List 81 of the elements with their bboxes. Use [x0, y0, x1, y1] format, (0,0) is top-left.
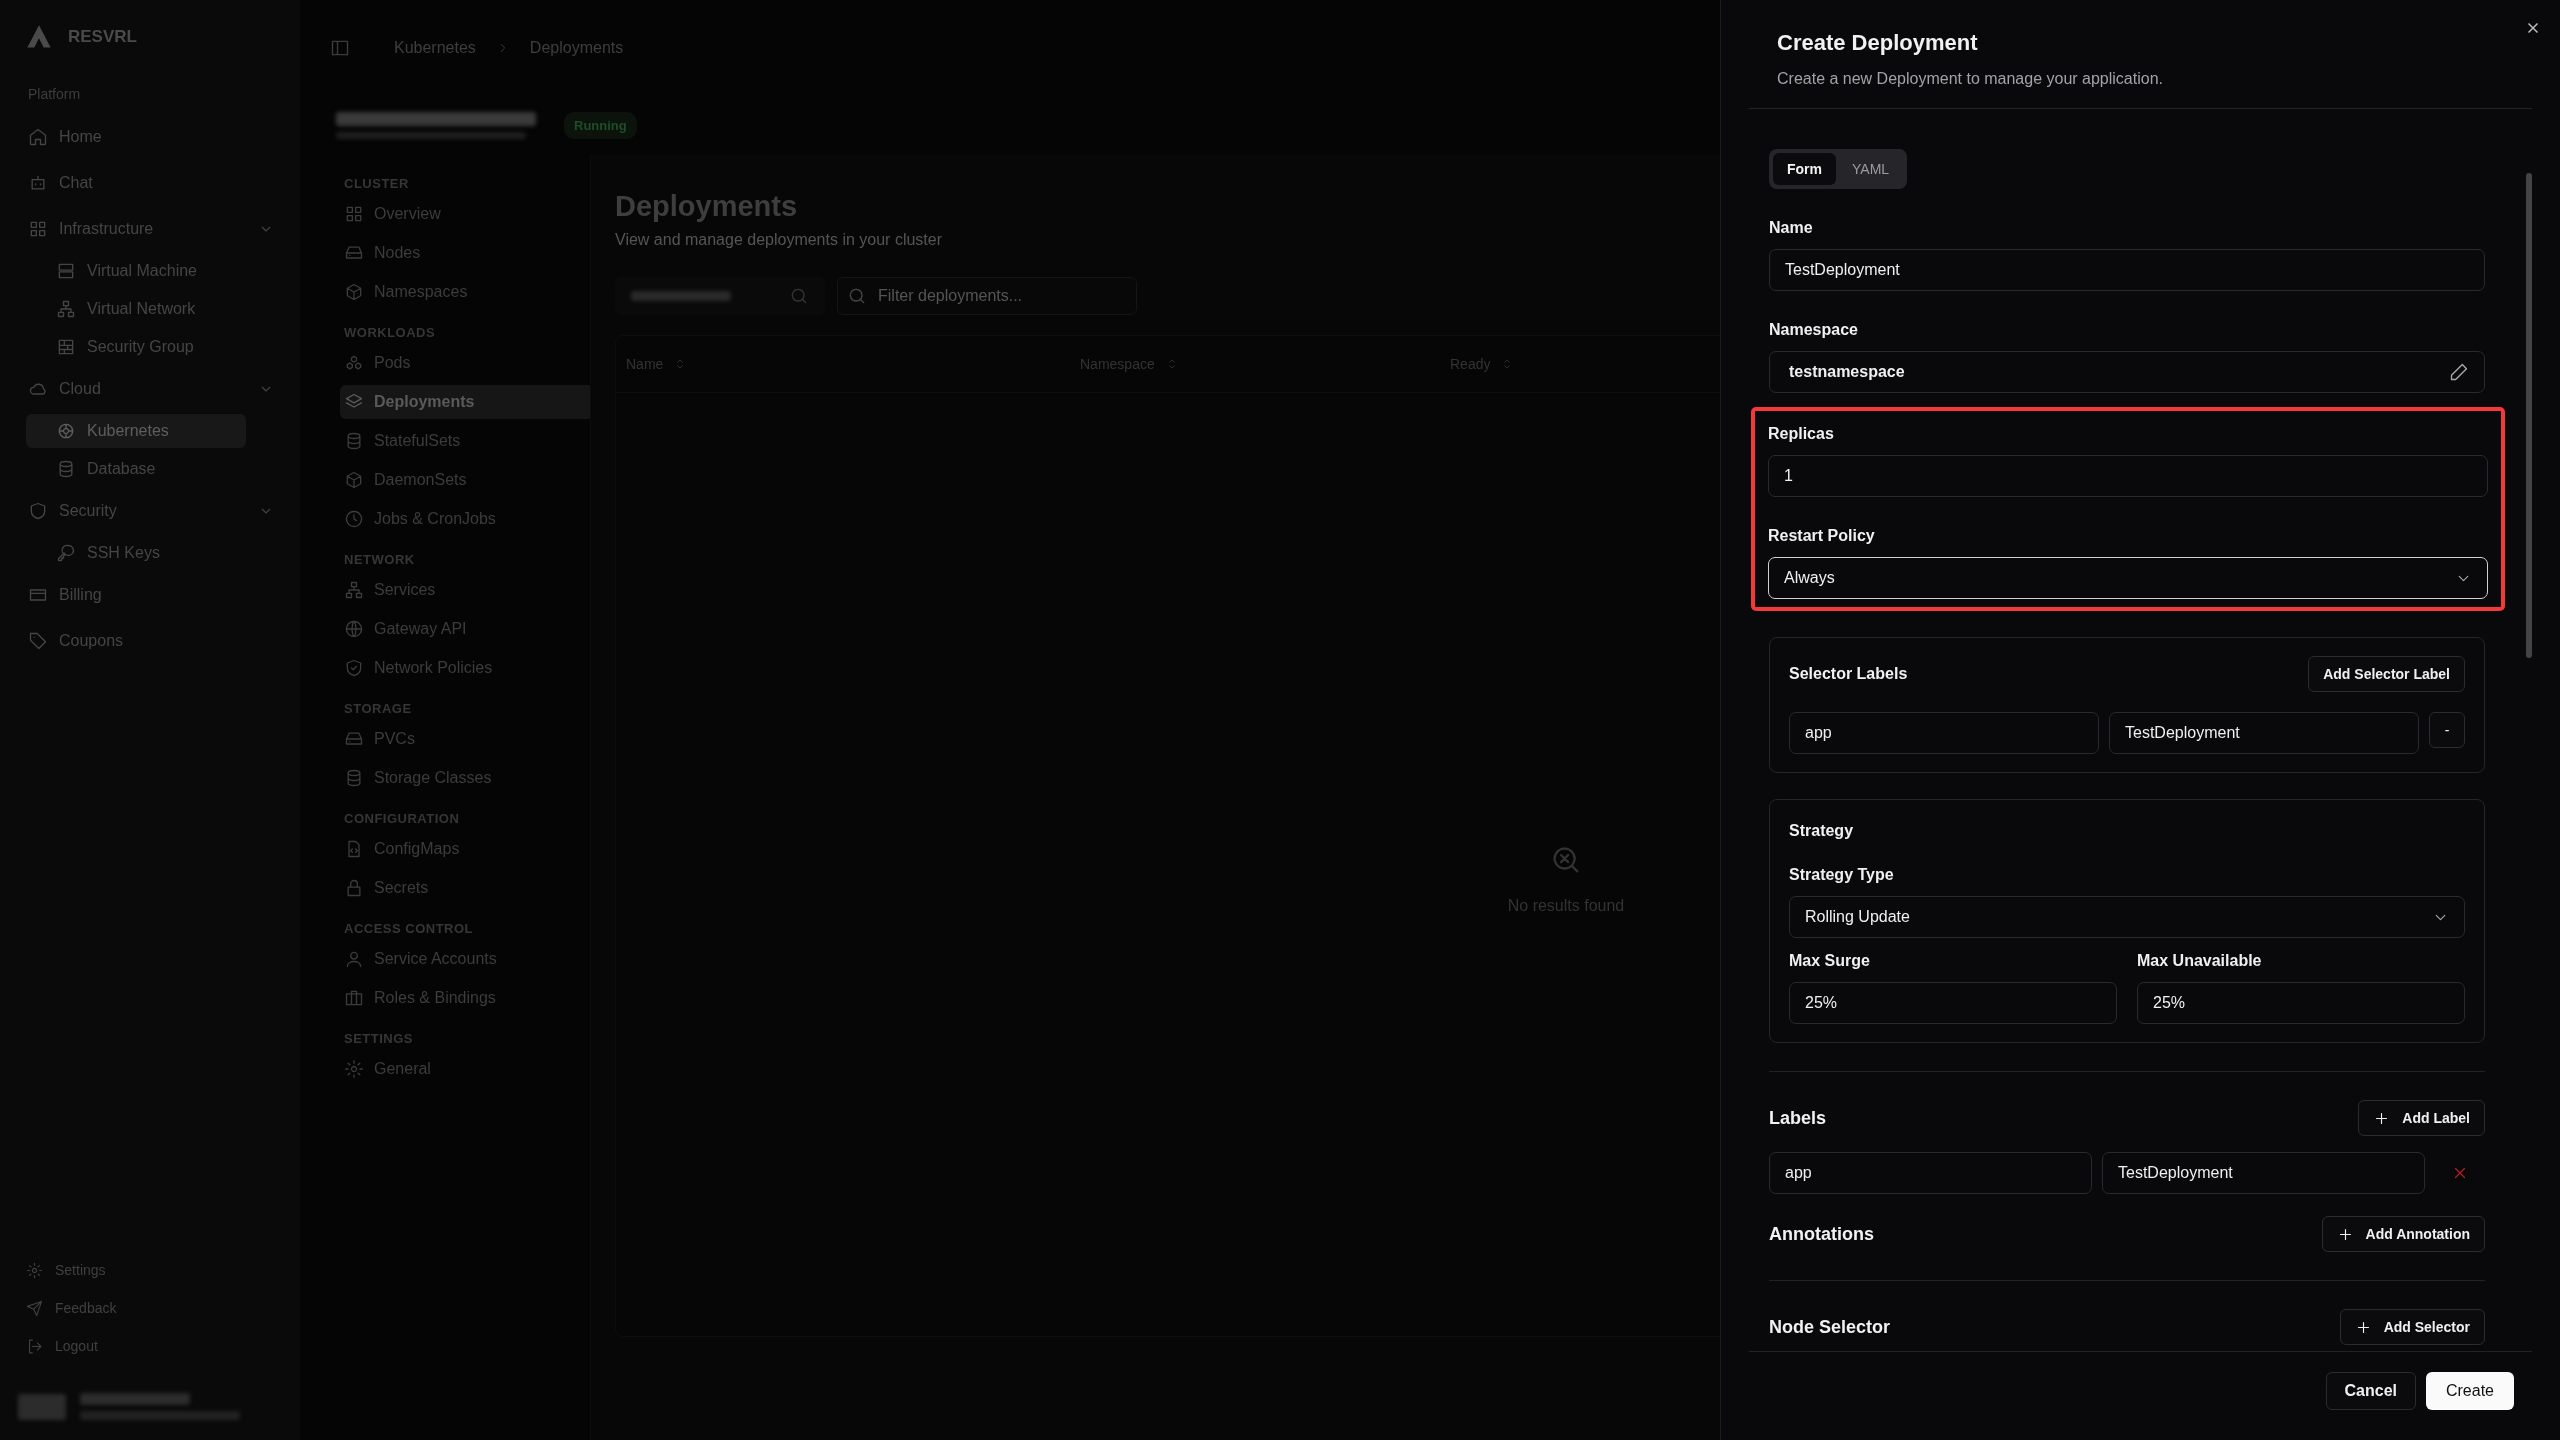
- value-field[interactable]: TestDeployment: [2102, 1152, 2425, 1194]
- breadcrumb-link[interactable]: Deployments: [529, 39, 624, 57]
- input-field[interactable]: 25%: [2137, 982, 2465, 1024]
- field-label: Max Surge: [1789, 952, 1871, 970]
- settings-icon: [26, 1261, 43, 1279]
- network-icon: [344, 580, 364, 600]
- field-label: Name: [1769, 219, 1814, 237]
- sidebar-item[interactable]: Database: [26, 452, 246, 486]
- cancel-button[interactable]: Cancel: [2325, 1372, 2416, 1410]
- user-icon: [344, 949, 364, 969]
- filter-field[interactable]: Filter deployments...: [837, 277, 1137, 315]
- select-field[interactable]: Always: [1768, 557, 2488, 599]
- sidebar-item[interactable]: Kubernetes: [26, 414, 246, 448]
- breadcrumb-link[interactable]: Kubernetes: [394, 39, 476, 57]
- sidebar-item[interactable]: Security Group: [26, 330, 246, 364]
- add-selector-button[interactable]: Add Selector: [2339, 1309, 2485, 1345]
- sidebar-item[interactable]: Virtual Network: [26, 292, 246, 326]
- sidebar-item[interactable]: Virtual Machine: [26, 254, 246, 288]
- sidebar-item[interactable]: Home: [26, 119, 274, 155]
- grid-icon: [28, 219, 48, 239]
- add-annotation-button[interactable]: Add Annotation: [2321, 1216, 2485, 1252]
- home-icon: [28, 127, 48, 147]
- card-title: Strategy: [1789, 822, 1855, 840]
- field-label: Replicas: [1768, 425, 1835, 443]
- page-subtitle: View and manage deployments in your cluster: [615, 231, 943, 249]
- field-label: Max Unavailable: [2137, 952, 2263, 970]
- grid-icon: [344, 204, 364, 224]
- send-icon: [26, 1299, 43, 1317]
- briefcase-icon: [344, 988, 364, 1008]
- cube-icon: [344, 282, 364, 302]
- sidebar-item[interactable]: Coupons: [26, 623, 274, 659]
- sidebar-toggle-icon[interactable]: [330, 38, 350, 58]
- sidebar-item[interactable]: Security: [26, 493, 274, 529]
- input-field[interactable]: TestDeployment: [1769, 249, 2485, 291]
- input-field[interactable]: 25%: [1789, 982, 2117, 1024]
- logo-icon: [24, 23, 54, 51]
- card-title: Selector Labels: [1789, 665, 1908, 683]
- tab[interactable]: Form: [1773, 153, 1836, 185]
- panel-subtitle: Create a new Deployment to manage your application.: [1777, 70, 2164, 88]
- search-icon: [847, 286, 867, 306]
- logout-icon: [26, 1337, 43, 1355]
- network-icon: [56, 299, 76, 319]
- field-label: Restart Policy: [1768, 527, 1876, 545]
- sidebar-item[interactable]: SSH Keys: [26, 536, 246, 570]
- brick-wall-icon: [56, 337, 76, 357]
- globe-icon: [344, 619, 364, 639]
- section-title: Node Selector: [1769, 1316, 1891, 1338]
- tab[interactable]: YAML: [1838, 153, 1904, 185]
- input-field[interactable]: 1: [1768, 455, 2488, 497]
- server-icon: [56, 261, 76, 281]
- add-selector-label-button[interactable]: Add Selector Label: [2308, 656, 2465, 692]
- section-title: Annotations: [1769, 1223, 1874, 1245]
- sidebar-item[interactable]: Cloud: [26, 371, 274, 407]
- sidebar-item[interactable]: Infrastructure: [26, 211, 274, 247]
- panel-title: Create Deployment: [1777, 30, 1979, 56]
- shield-check-icon: [344, 658, 364, 678]
- field-label: Namespace: [1769, 321, 1859, 339]
- add-label-button[interactable]: Add Label: [2358, 1100, 2485, 1136]
- input-field[interactable]: testnamespace: [1769, 351, 2485, 393]
- sidebar-item[interactable]: Billing: [26, 577, 274, 613]
- pencil-icon[interactable]: [2449, 362, 2469, 382]
- scrollbar[interactable]: [2526, 173, 2532, 658]
- search-icon: [789, 286, 809, 306]
- clock-icon: [344, 509, 364, 529]
- cube-icon: [344, 470, 364, 490]
- wheel-icon: [56, 421, 76, 441]
- sidebar-item[interactable]: Chat: [26, 165, 274, 201]
- field-label: Strategy Type: [1789, 866, 1895, 884]
- key-field[interactable]: app: [1789, 712, 2099, 754]
- shield-icon: [28, 501, 48, 521]
- remove-button[interactable]: -: [2429, 712, 2465, 748]
- tag-icon: [28, 631, 48, 651]
- status-badge: Running: [564, 111, 637, 139]
- create-button[interactable]: Create: [2425, 1372, 2514, 1410]
- settings-icon: [344, 1059, 364, 1079]
- section-title: Labels: [1769, 1107, 1827, 1129]
- value-field[interactable]: TestDeployment: [2109, 712, 2419, 754]
- key-field[interactable]: app: [1769, 1152, 2092, 1194]
- select-field[interactable]: Rolling Update: [1789, 896, 2465, 938]
- key-icon: [56, 543, 76, 563]
- brand-name: RESVRL: [68, 27, 137, 47]
